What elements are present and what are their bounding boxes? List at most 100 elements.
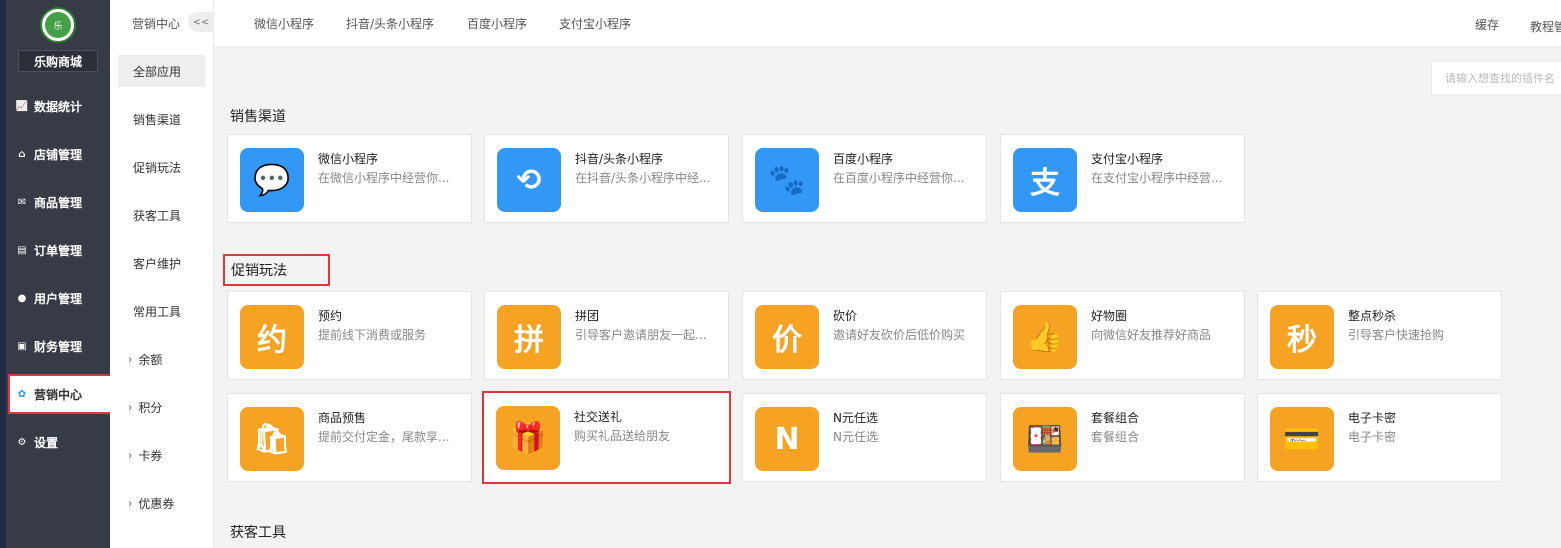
thumbs-up-icon: 👍 — [1013, 305, 1077, 369]
section-sales-title: 销售渠道 — [230, 109, 286, 125]
ecard-icon: 💳 — [1270, 407, 1334, 471]
wechat-icon: 💬 — [240, 148, 304, 212]
app-card[interactable]: 约预约提前线下消费或服务 — [227, 291, 472, 380]
sidebar-item-label: 营销中心 — [34, 387, 83, 402]
app-card-title: 百度小程序 — [833, 152, 894, 166]
app-card[interactable]: 💬 微信小程序 在微信小程序中经营你... — [227, 134, 472, 223]
app-card[interactable]: 🎁 社交送礼 购买礼品送给朋友 — [482, 391, 731, 484]
gift-icon: 🎁 — [496, 406, 560, 470]
submenu-item-label: 全部应用 — [133, 64, 182, 79]
submenu-item-4[interactable]: 客户维护 — [118, 247, 205, 279]
store-icon: ⌂ — [18, 148, 26, 160]
shop-logo[interactable]: 乐 — [40, 7, 76, 43]
settings-icon: ⚙ — [17, 436, 27, 448]
cache-link[interactable]: 缓存 — [1475, 16, 1499, 33]
n-choice-icon: N — [755, 407, 819, 471]
chevron-right-icon: › — [128, 352, 133, 366]
shop-name[interactable]: 乐购商城 — [18, 50, 98, 72]
sidebar-item-label: 设置 — [34, 435, 59, 450]
app-card-title: 拼团 — [575, 309, 600, 323]
app-card-desc: 提前交付定金，尾款享... — [318, 430, 450, 444]
app-card-desc: N元任选 — [833, 430, 878, 444]
douyin-icon: ⟲ — [497, 148, 561, 212]
submenu-item-9[interactable]: › 优惠券 — [118, 487, 205, 519]
app-card-title: 抖音/头条小程序 — [575, 152, 664, 166]
sub-menu: 营销中心 << 全部应用 销售渠道 促销玩法 获客工具 客户维护 常用工具 › 余额 › 积分 › 卡… — [110, 0, 214, 548]
app-card-title: 商品预售 — [318, 411, 367, 425]
chevron-right-icon: › — [128, 496, 133, 510]
app-card[interactable]: N N元任选 N元任选 — [742, 393, 987, 482]
app-card-desc: 在支付宝小程序中经营... — [1091, 171, 1223, 185]
submenu-item-8[interactable]: › 卡券 — [118, 439, 205, 471]
submenu-item-label: 卡券 — [138, 448, 163, 463]
tab-douyin[interactable]: 抖音/头条小程序 — [346, 15, 434, 32]
chart-icon: 📈 — [15, 100, 29, 112]
plugin-search-input[interactable]: 请输入想查找的插件名 — [1431, 61, 1561, 95]
combo-icon: 🍱 — [1013, 407, 1077, 471]
presale-icon: 🛍 — [240, 407, 304, 471]
app-card[interactable]: 支支付宝小程序在支付宝小程序中经营... — [1000, 134, 1245, 223]
app-card-desc: 电子卡密 — [1348, 430, 1397, 444]
tab-wechat[interactable]: 微信小程序 — [254, 15, 314, 32]
submenu-item-label: 销售渠道 — [133, 112, 182, 127]
sidebar-item-3[interactable]: ▤ 订单管理 — [10, 230, 110, 270]
sidebar-item-1[interactable]: ⌂ 店铺管理 — [10, 134, 110, 174]
app-card-title: 社交送礼 — [574, 410, 623, 424]
submenu-item-label: 客户维护 — [133, 256, 182, 271]
mail-icon: ✉ — [17, 196, 27, 208]
booking-icon: 约 — [240, 305, 304, 369]
app-card[interactable]: 价砍价 邀请好友砍价后低价购买 — [742, 291, 987, 380]
app-card[interactable]: ⟲ 抖音/头条小程序在抖音/头条小程序中经... — [484, 134, 729, 223]
app-card-desc: 提前线下消费或服务 — [318, 328, 427, 342]
app-card-title: 砍价 — [833, 309, 858, 323]
tab-baidu[interactable]: 百度小程序 — [467, 15, 527, 32]
sidebar-edge — [0, 0, 6, 548]
alipay-icon: 支 — [1013, 148, 1077, 212]
flash-sale-icon: 秒 — [1270, 305, 1334, 369]
sidebar-item-label: 店铺管理 — [34, 147, 83, 162]
app-card-desc: 在百度小程序中经营你... — [833, 171, 965, 185]
app-card[interactable]: 🍱 套餐组合 套餐组合 — [1000, 393, 1245, 482]
app-card-desc: 引导客户快速抢购 — [1348, 328, 1445, 342]
sidebar-item-5[interactable]: ▣ 财务管理 — [10, 326, 110, 366]
sidebar-item-4[interactable]: ● 用户管理 — [10, 278, 110, 318]
app-card-desc: 套餐组合 — [1091, 430, 1140, 444]
submenu-item-label: 积分 — [138, 400, 163, 415]
bargain-icon: 价 — [755, 305, 819, 369]
submenu-item-6[interactable]: › 余额 — [118, 343, 205, 375]
sidebar-item-label: 财务管理 — [34, 339, 83, 354]
app-card-title: 预约 — [318, 309, 343, 323]
submenu-item-0[interactable]: 全部应用 — [118, 55, 205, 87]
sidebar-item-label: 用户管理 — [34, 291, 83, 306]
app-card-desc: 引导客户邀请朋友一起... — [575, 328, 707, 342]
sidebar-item-0[interactable]: 📈 数据统计 — [10, 86, 110, 126]
order-icon: ▤ — [17, 244, 27, 256]
submenu-item-5[interactable]: 常用工具 — [118, 295, 205, 327]
submenu-item-2[interactable]: 促销玩法 — [118, 151, 205, 183]
collapse-button[interactable]: << — [188, 12, 214, 32]
app-card[interactable]: 🐾 百度小程序在百度小程序中经营你... — [742, 134, 987, 223]
sidebar-item-6[interactable]: ✿ 营销中心 — [8, 374, 112, 414]
app-card-title: 好物圈 — [1091, 309, 1128, 323]
app-card[interactable]: 💳 电子卡密 电子卡密 — [1257, 393, 1502, 482]
baidu-icon: 🐾 — [755, 148, 819, 212]
submenu-item-label: 获客工具 — [133, 208, 182, 223]
finance-icon: ▣ — [17, 340, 27, 352]
sidebar-item-label: 商品管理 — [34, 195, 83, 210]
app-card[interactable]: 🛍 商品预售提前交付定金，尾款享... — [227, 393, 472, 482]
app-card-desc: 在抖音/头条小程序中经... — [575, 171, 711, 185]
submenu-item-1[interactable]: 销售渠道 — [118, 103, 205, 135]
tutorial-link[interactable]: 教程管 — [1530, 18, 1561, 35]
submenu-item-7[interactable]: › 积分 — [118, 391, 205, 423]
sidebar-item-7[interactable]: ⚙ 设置 — [10, 422, 110, 462]
sidebar-item-label: 数据统计 — [34, 99, 83, 114]
app-card[interactable]: 拼拼团 引导客户邀请朋友一起... — [484, 291, 729, 380]
sidebar-item-2[interactable]: ✉ 商品管理 — [10, 182, 110, 222]
app-card-title: 套餐组合 — [1091, 411, 1140, 425]
app-card-desc: 在微信小程序中经营你... — [318, 171, 450, 185]
submenu-item-3[interactable]: 获客工具 — [118, 199, 205, 231]
tab-alipay[interactable]: 支付宝小程序 — [559, 15, 631, 32]
app-card[interactable]: 👍 好物圈 向微信好友推荐好商品 — [1000, 291, 1245, 380]
app-card[interactable]: 秒整点秒杀 引导客户快速抢购 — [1257, 291, 1502, 380]
app-card-title: 支付宝小程序 — [1091, 152, 1164, 166]
